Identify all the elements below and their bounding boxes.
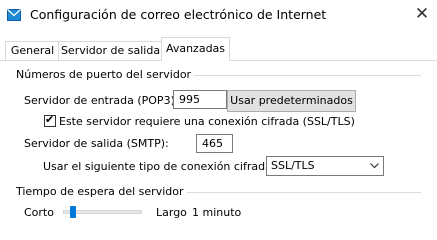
- encryption-type-label: Usar el siguiente tipo de conexión cifra…: [43, 160, 276, 173]
- window-title: Configuración de correo electrónico de I…: [30, 7, 327, 22]
- outgoing-server-label: Servidor de salida (SMTP):: [24, 137, 169, 150]
- timeout-value-text: 1 minuto: [192, 206, 242, 219]
- ports-group-title: Números de puerto del servidor: [16, 68, 195, 81]
- outgoing-port-input[interactable]: 465: [196, 134, 233, 153]
- tab-outgoing-server[interactable]: Servidor de salida: [58, 41, 163, 60]
- timeout-group-title: Tiempo de espera del servidor: [16, 185, 187, 198]
- ssl-checkbox-label[interactable]: Este servidor requiere una conexión cifr…: [59, 115, 355, 128]
- close-icon[interactable]: ✕: [414, 6, 430, 23]
- timeout-long-label: Largo: [156, 206, 187, 219]
- encryption-type-value: SSL/TLS: [271, 159, 315, 172]
- tab-advanced[interactable]: Avanzadas: [161, 37, 230, 61]
- incoming-port-input[interactable]: 995: [173, 90, 227, 109]
- tab-general[interactable]: General: [5, 41, 60, 60]
- incoming-server-label: Servidor de entrada (POP3):: [24, 94, 179, 107]
- timeout-slider-thumb[interactable]: [70, 206, 77, 218]
- timeout-short-label: Corto: [24, 206, 54, 219]
- encryption-type-select[interactable]: SSL/TLS: [266, 156, 384, 176]
- mail-app-icon: [7, 9, 21, 21]
- chevron-down-icon: [365, 157, 383, 175]
- advanced-panel: Números de puerto del servidor Servidor …: [0, 60, 437, 219]
- tab-strip: General Servidor de salida Avanzadas: [0, 37, 437, 61]
- checkmark-icon: ✔: [45, 113, 55, 126]
- ssl-checkbox[interactable]: ✔: [44, 113, 56, 127]
- use-defaults-button[interactable]: Usar predeterminados: [227, 90, 356, 112]
- title-bar: Configuración de correo electrónico de I…: [0, 0, 437, 32]
